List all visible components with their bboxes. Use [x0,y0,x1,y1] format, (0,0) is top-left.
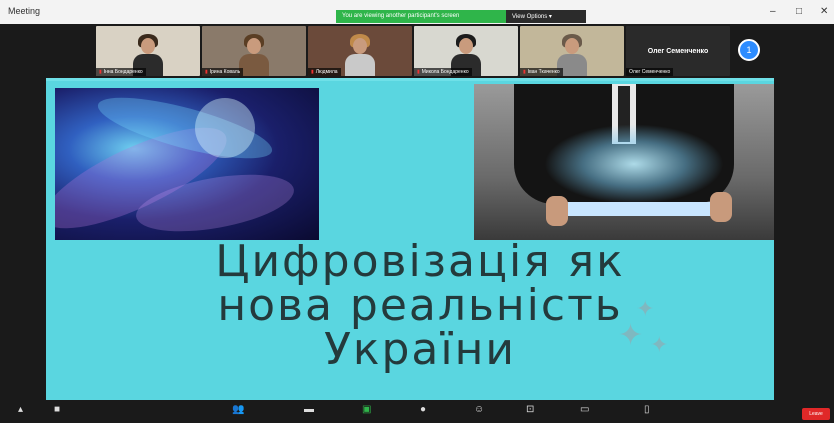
participant-name: ▮ Ірина Коваль [202,68,244,76]
digital-face-image [55,88,319,240]
share-notice: You are viewing another participant's sc… [336,10,506,23]
share-screen-icon[interactable]: ▣ [362,404,371,415]
participant-video [343,34,377,76]
chevron-down-icon: ▾ [548,14,552,20]
participant-tile[interactable]: ▮ Людмила [308,26,412,76]
participant-tile[interactable]: ▮ Інна Бондаренко [96,26,200,76]
business-tech-image [474,84,774,240]
view-options-button[interactable]: View Options ▾ [506,10,586,23]
participant-name: ▮ Людмила [308,68,341,76]
mic-icon[interactable]: ▴ [18,404,23,415]
notes-icon[interactable]: ▯ [644,404,650,415]
apps-icon[interactable]: ⊡ [526,404,534,415]
mic-muted-icon: ▮ [99,69,102,75]
slide-title-line: України [324,324,516,375]
participant-name: ▮ Микола Бондаренко [414,68,472,76]
chat-icon[interactable]: ▬ [304,404,314,415]
sparkle-icon: ✦ [650,332,669,357]
right-side-panel [782,24,834,400]
participant-name: ▮ Іван Ткаченко [520,68,563,76]
restore-button[interactable]: □ [796,6,802,17]
participant-tile-name-only[interactable]: Олег Семенченко Олег Семенченко [626,26,730,76]
participant-tile[interactable]: ▮ Ірина Коваль [202,26,306,76]
view-options-label: View Options [512,14,548,20]
participant-name: ▮ Інна Бондаренко [96,68,146,76]
sparkle-icon: ✦ [618,319,644,352]
whiteboard-icon[interactable]: ▭ [580,404,589,415]
more-participants-button[interactable]: 1 [738,39,760,61]
participant-tile[interactable]: ▮ Микола Бондаренко [414,26,518,76]
participants-icon[interactable]: 👥 [232,404,244,415]
screen-share-banner: You are viewing another participant's sc… [336,10,586,23]
reactions-icon[interactable]: ☺ [474,404,484,415]
window-titlebar: Meeting You are viewing another particip… [0,0,834,24]
participant-name: Олег Семенченко [626,68,674,76]
participant-tile[interactable]: ▮ Іван Ткаченко [520,26,624,76]
participant-display-name: Олег Семенченко [647,47,709,55]
slide-top-border [46,78,774,81]
participant-strip: ▮ Інна Бондаренко ▮ Ірина Коваль ▮ Людмила … [96,26,760,76]
video-icon[interactable]: ■ [54,404,60,415]
slide-title-line: Цифровізація як [215,236,625,287]
window-title: Meeting [8,6,41,16]
meeting-toolbar: ▴ ■ 👥 ▬ ▣ ● ☺ ⊡ ▭ ▯ Leave [0,400,834,423]
leave-button[interactable]: Leave [802,408,830,420]
record-icon[interactable]: ● [420,404,426,415]
mic-muted-icon: ▮ [205,69,208,75]
minimize-button[interactable]: – [770,6,776,17]
mic-muted-icon: ▮ [523,69,526,75]
mic-muted-icon: ▮ [417,69,420,75]
close-button[interactable]: ✕ [820,6,828,17]
mic-muted-icon: ▮ [311,69,314,75]
